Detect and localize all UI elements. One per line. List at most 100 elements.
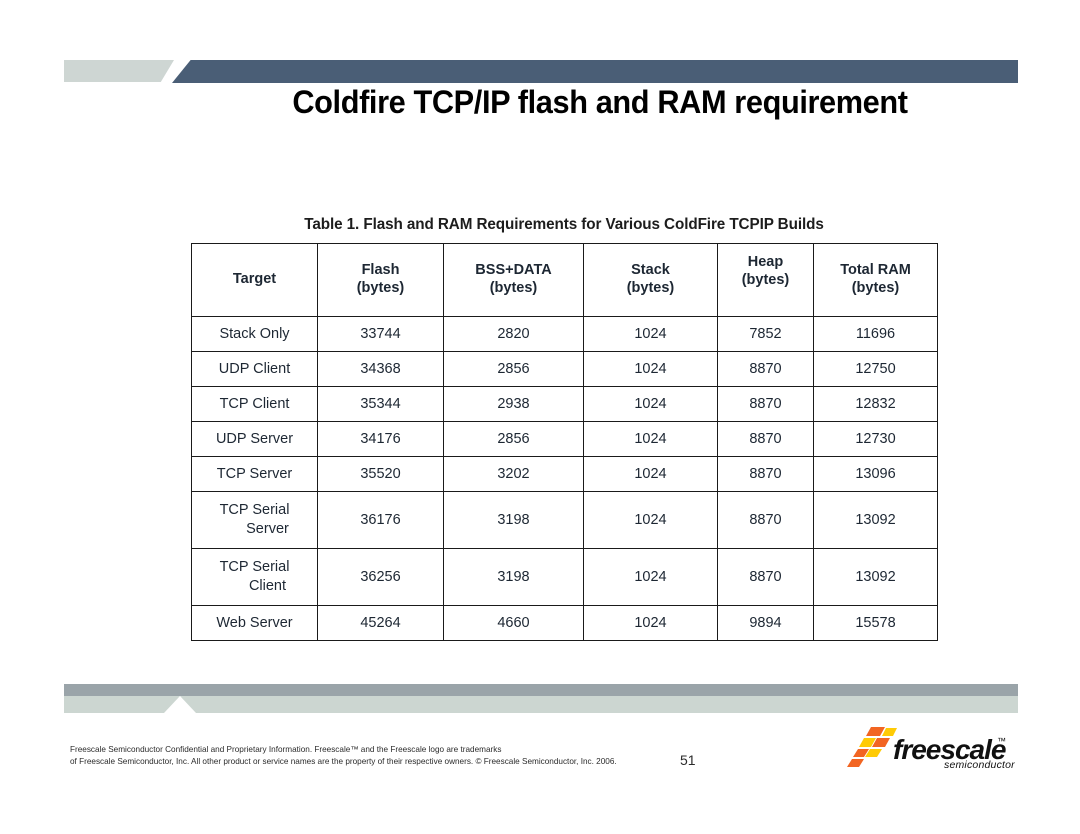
- cell-total-ram: 13092: [813, 548, 938, 606]
- column-header-flash-line1: Flash: [361, 262, 400, 279]
- freescale-subtitle: semiconductor: [944, 759, 1015, 771]
- column-header-flash: Flash (bytes): [317, 243, 444, 317]
- table-caption: Table 1. Flash and RAM Requirements for …: [304, 216, 824, 233]
- cell-total-ram: 15578: [813, 605, 938, 641]
- column-header-bss-data-line2: (bytes): [489, 280, 538, 296]
- footer-legal-line1: Freescale Semiconductor Confidential and…: [70, 745, 502, 754]
- cell-target-line1: Web Server: [216, 614, 293, 631]
- trademark-symbol: ™: [997, 736, 1006, 746]
- column-header-target-line1: Target: [232, 271, 277, 288]
- table-row: TCP Client 35344 2938 1024 8870 12832: [191, 386, 938, 422]
- cell-target-line1: UDP Server: [215, 430, 294, 447]
- table-row: TCP Serial Client 36256 3198 1024 8870 1…: [191, 548, 938, 606]
- column-header-bss-data-line1: BSS+DATA: [475, 262, 552, 279]
- cell-flash: 34176: [317, 421, 444, 457]
- column-header-stack: Stack (bytes): [583, 243, 718, 317]
- table-header-row: Target Flash (bytes) BSS+DATA (bytes) St…: [191, 243, 938, 317]
- table-row: Web Server 45264 4660 1024 9894 15578: [191, 605, 938, 641]
- cell-flash: 45264: [317, 605, 444, 641]
- column-header-bss-data: BSS+DATA (bytes): [443, 243, 584, 317]
- table-row: TCP Serial Server 36176 3198 1024 8870 1…: [191, 491, 938, 549]
- cell-target-line1: Stack Only: [219, 325, 290, 342]
- cell-target-line1: TCP Serial: [219, 502, 290, 519]
- cell-target-line2: Server: [246, 521, 289, 537]
- cell-bss-data: 3202: [443, 456, 584, 492]
- cell-stack: 1024: [583, 421, 718, 457]
- cell-target: TCP Serial Client: [191, 548, 318, 606]
- cell-stack: 1024: [583, 386, 718, 422]
- cell-stack: 1024: [583, 351, 718, 387]
- column-header-target: Target: [191, 243, 318, 317]
- cell-heap: 8870: [717, 548, 814, 606]
- cell-stack: 1024: [583, 316, 718, 352]
- cell-flash: 36256: [317, 548, 444, 606]
- cell-stack: 1024: [583, 548, 718, 606]
- cell-total-ram: 11696: [813, 316, 938, 352]
- column-header-flash-line2: (bytes): [356, 280, 405, 296]
- cell-bss-data: 4660: [443, 605, 584, 641]
- footer-legal-text: Freescale Semiconductor Confidential and…: [70, 744, 650, 769]
- table-block: Table 1. Flash and RAM Requirements for …: [191, 216, 938, 641]
- cell-target: TCP Client: [191, 386, 318, 422]
- cell-heap: 9894: [717, 605, 814, 641]
- banner-dark-bar: [172, 60, 1018, 83]
- cell-target: UDP Client: [191, 351, 318, 387]
- page-title: Coldfire TCP/IP flash and RAM requiremen…: [292, 84, 908, 120]
- cell-total-ram: 13096: [813, 456, 938, 492]
- column-header-total-ram: Total RAM (bytes): [813, 243, 938, 317]
- cell-target-line1: UDP Client: [218, 360, 291, 377]
- cell-flash: 33744: [317, 316, 444, 352]
- column-header-heap-line2: (bytes): [741, 271, 790, 288]
- cell-target: Stack Only: [191, 316, 318, 352]
- cell-heap: 8870: [717, 456, 814, 492]
- table-row: UDP Client 34368 2856 1024 8870 12750: [191, 351, 938, 387]
- cell-target-line1: TCP Serial: [219, 559, 290, 576]
- column-header-stack-line2: (bytes): [626, 280, 675, 296]
- cell-target-line2: Client: [248, 578, 287, 594]
- cell-total-ram: 12730: [813, 421, 938, 457]
- cell-total-ram: 12832: [813, 386, 938, 422]
- cell-heap: 7852: [717, 316, 814, 352]
- cell-heap: 8870: [717, 386, 814, 422]
- cell-target: UDP Server: [191, 421, 318, 457]
- table-row: UDP Server 34176 2856 1024 8870 12730: [191, 421, 938, 457]
- column-header-heap: Heap (bytes): [717, 243, 814, 317]
- cell-target: TCP Server: [191, 456, 318, 492]
- footer-divider-bar: [64, 684, 1018, 696]
- cell-target: TCP Serial Server: [191, 491, 318, 549]
- cell-flash: 36176: [317, 491, 444, 549]
- cell-flash: 35520: [317, 456, 444, 492]
- cell-heap: 8870: [717, 351, 814, 387]
- freescale-logo: freescale ™ semiconductor: [845, 726, 1025, 774]
- cell-stack: 1024: [583, 456, 718, 492]
- flash-ram-requirements-table: Target Flash (bytes) BSS+DATA (bytes) St…: [191, 243, 938, 641]
- cell-bss-data: 2856: [443, 421, 584, 457]
- slide-header-banner: [0, 0, 1080, 90]
- cell-bss-data: 2856: [443, 351, 584, 387]
- cell-flash: 35344: [317, 386, 444, 422]
- column-header-heap-line1: Heap: [747, 254, 784, 270]
- table-row: Stack Only 33744 2820 1024 7852 11696: [191, 316, 938, 352]
- footer-legal-line2: of Freescale Semiconductor, Inc. All oth…: [70, 757, 617, 767]
- cell-stack: 1024: [583, 491, 718, 549]
- column-header-stack-line1: Stack: [631, 262, 670, 279]
- table-row: TCP Server 35520 3202 1024 8870 13096: [191, 456, 938, 492]
- cell-heap: 8870: [717, 491, 814, 549]
- cell-target: Web Server: [191, 605, 318, 641]
- cell-bss-data: 2938: [443, 386, 584, 422]
- cell-flash: 34368: [317, 351, 444, 387]
- cell-bss-data: 3198: [443, 548, 584, 606]
- cell-bss-data: 2820: [443, 316, 584, 352]
- banner-left-accent-shape: [64, 60, 174, 82]
- cell-bss-data: 3198: [443, 491, 584, 549]
- cell-target-line1: TCP Client: [219, 395, 290, 412]
- cell-total-ram: 13092: [813, 491, 938, 549]
- cell-total-ram: 12750: [813, 351, 938, 387]
- cell-heap: 8870: [717, 421, 814, 457]
- cell-target-line1: TCP Server: [216, 465, 293, 482]
- cell-stack: 1024: [583, 605, 718, 641]
- page-number: 51: [680, 752, 696, 768]
- column-header-total-ram-line1: Total RAM: [840, 262, 911, 279]
- column-header-total-ram-line2: (bytes): [851, 280, 900, 296]
- footer-accent-band: [64, 696, 1018, 713]
